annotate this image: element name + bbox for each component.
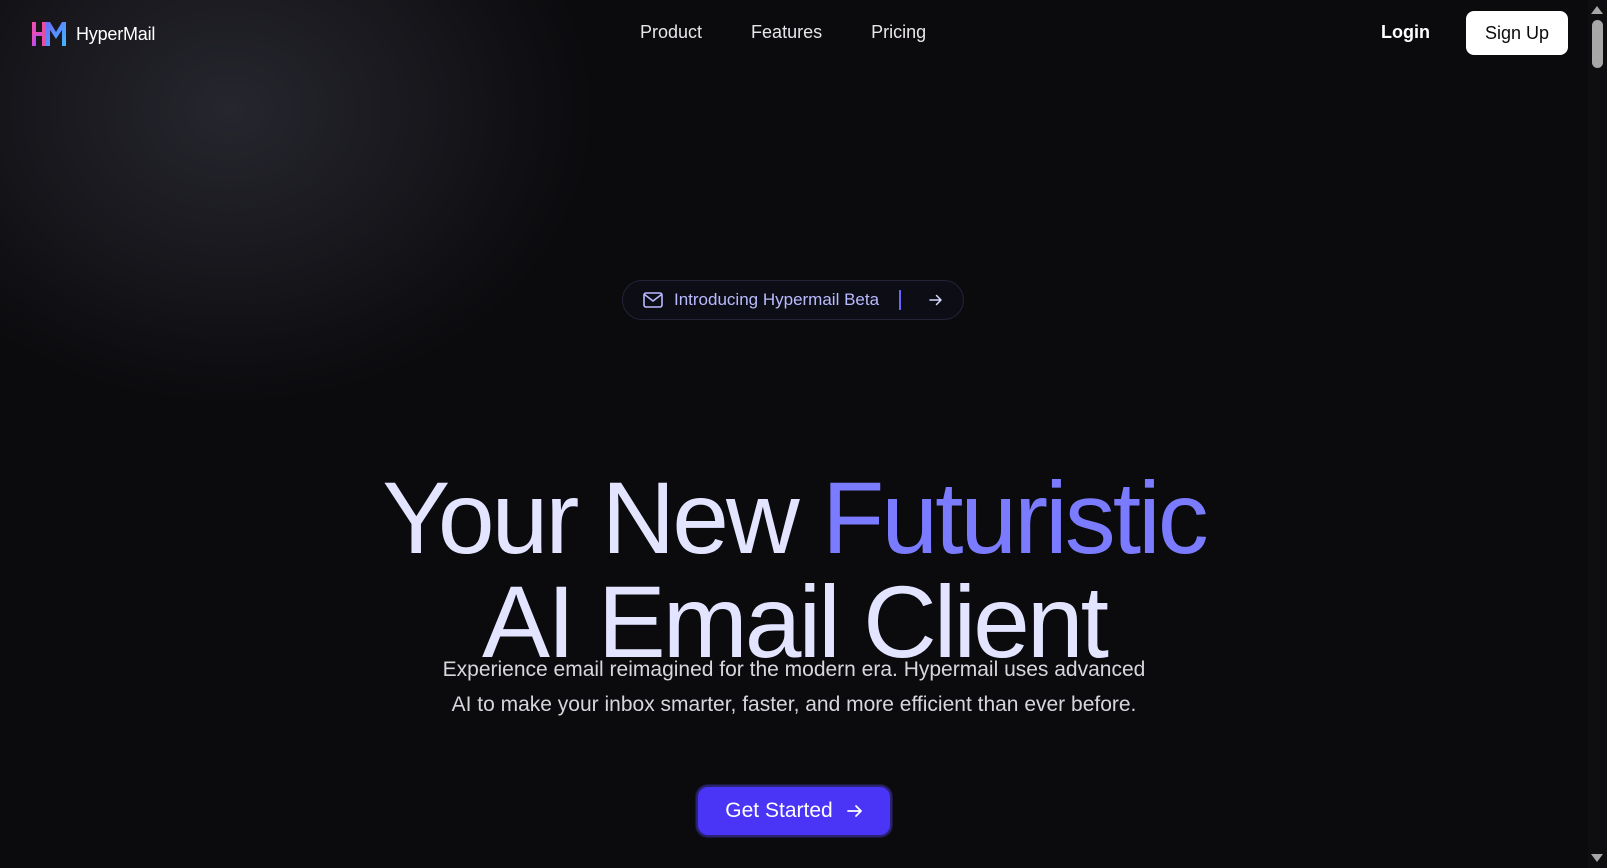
nav-link-features[interactable]: Features: [751, 22, 822, 43]
nav-link-pricing[interactable]: Pricing: [871, 22, 926, 43]
beta-announcement-badge[interactable]: Introducing Hypermail Beta: [622, 280, 964, 320]
hero-subtitle-line2: AI to make your inbox smarter, faster, a…: [451, 693, 1137, 716]
mail-icon: [643, 292, 663, 308]
get-started-label: Get Started: [725, 799, 833, 822]
arrow-right-icon: [846, 805, 862, 817]
login-link[interactable]: Login: [1381, 22, 1430, 43]
nav-links: Product Features Pricing: [640, 22, 926, 43]
arrow-right-icon: [929, 294, 942, 306]
sign-up-button[interactable]: Sign Up: [1466, 11, 1568, 55]
hero-title-accent: Futuristic: [822, 461, 1209, 576]
badge-divider: [899, 290, 902, 310]
top-nav: HyperMail Product Features Pricing Login…: [0, 0, 1588, 66]
hero-title: Your New Futuristic AI Email Client: [0, 466, 1588, 674]
landing-page: HyperMail Product Features Pricing Login…: [0, 0, 1588, 868]
brand[interactable]: HyperMail: [32, 22, 155, 46]
scroll-up-arrow-icon[interactable]: [1591, 6, 1603, 14]
get-started-button[interactable]: Get Started: [696, 785, 892, 837]
hypermail-logo-icon: [32, 22, 66, 46]
vertical-scrollbar[interactable]: [1588, 0, 1607, 868]
scrollbar-thumb[interactable]: [1592, 20, 1603, 68]
badge-text: Introducing Hypermail Beta: [674, 290, 880, 309]
nav-link-product[interactable]: Product: [640, 22, 702, 43]
hero-title-part1: Your New: [382, 461, 823, 576]
brand-name: HyperMail: [76, 23, 156, 44]
scroll-down-arrow-icon[interactable]: [1591, 854, 1603, 862]
hero-subtitle-line1: Experience email reimagined for the mode…: [442, 658, 1146, 681]
hero-subtitle: Experience email reimagined for the mode…: [394, 652, 1194, 722]
